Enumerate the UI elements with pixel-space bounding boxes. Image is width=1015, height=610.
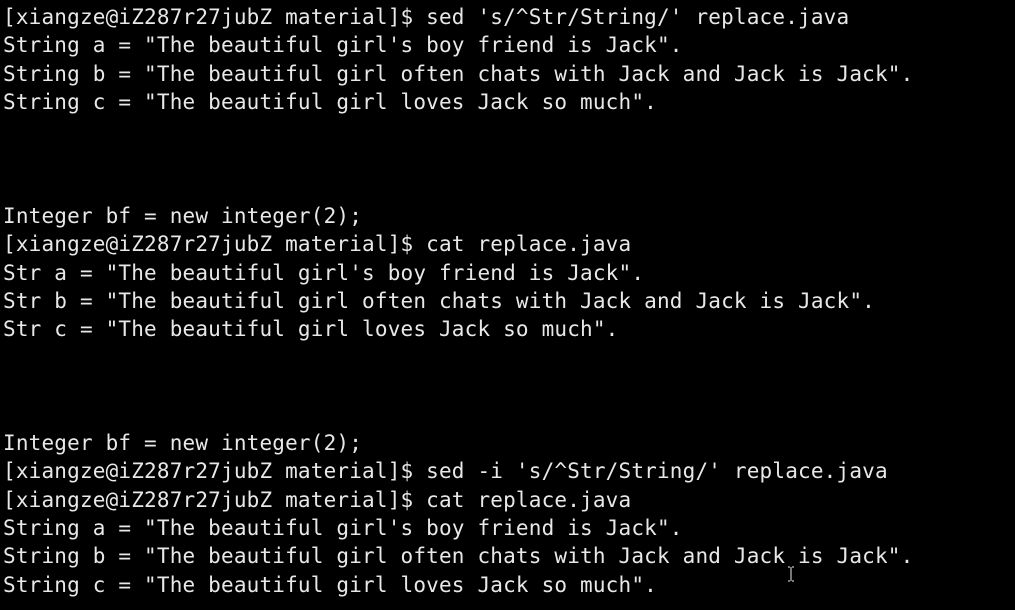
terminal-line: String b = "The beautiful girl often cha… [3,61,914,86]
text-cursor-icon [787,566,795,585]
terminal-line: String b = "The beautiful girl often cha… [3,544,914,569]
terminal-line: [xiangze@iZ287r27jubZ material]$ sed 's/… [3,5,850,29]
terminal-window[interactable]: [xiangze@iZ287r27jubZ material]$ sed 's/… [0,0,1015,610]
terminal-line: Integer bf = new integer(2); [3,430,363,455]
terminal-line: [xiangze@iZ287r27jubZ material]$ sed -i … [3,459,888,484]
terminal-line: [xiangze@iZ287r27jubZ material]$ cat rep… [3,232,632,257]
terminal-line: String c = "The beautiful girl loves Jac… [3,572,657,597]
terminal-line: Str a = "The beautiful girl's boy friend… [3,260,645,285]
terminal-line: Str b = "The beautiful girl often chats … [3,288,875,313]
terminal-line: Str c = "The beautiful girl loves Jack s… [3,317,619,342]
terminal-line: String a = "The beautiful girl's boy fri… [3,516,683,541]
terminal-line: [xiangze@iZ287r27jubZ material]$ cat rep… [3,487,632,512]
terminal-line: String a = "The beautiful girl's boy fri… [3,33,683,58]
terminal-line: String c = "The beautiful girl loves Jac… [3,90,657,115]
terminal-line: Integer bf = new integer(2); [3,203,363,228]
